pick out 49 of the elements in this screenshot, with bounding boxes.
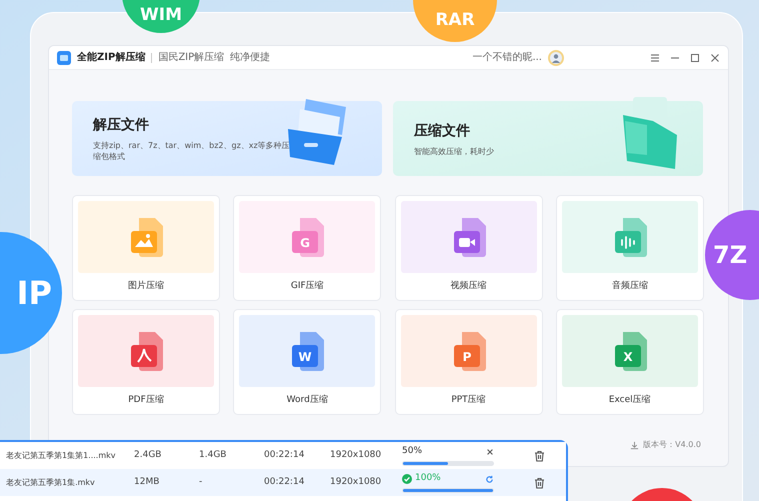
menu-icon[interactable] xyxy=(650,52,660,62)
file-row[interactable]: 老友记第五季第1集.mkv 12MB - 00:22:14 1920x1080 100% xyxy=(0,469,566,496)
progress-text: 100% xyxy=(415,472,441,486)
tool-label: Word压缩 xyxy=(286,394,328,407)
close-icon[interactable] xyxy=(710,52,720,62)
app-name: 全能ZIP解压缩 xyxy=(77,50,146,65)
maximize-icon[interactable] xyxy=(690,52,700,62)
download-icon xyxy=(630,440,640,450)
resolution: 1920x1080 xyxy=(330,448,382,462)
file-size: 12MB xyxy=(134,476,160,489)
trash-icon[interactable] xyxy=(534,476,545,488)
file-name: 老友记第五季第1集第1....mkv xyxy=(6,450,117,462)
close-icon[interactable] xyxy=(486,448,494,456)
version-text: 版本号：V4.0.0 xyxy=(643,439,701,451)
tool-label: 图片压缩 xyxy=(128,280,164,293)
tool-label: 音频压缩 xyxy=(612,280,648,293)
tool-card[interactable]: PDF压缩 xyxy=(72,309,220,415)
progress-text: 50% xyxy=(402,445,422,458)
tool-label: Excel压缩 xyxy=(608,394,651,407)
tool-label: 视频压缩 xyxy=(450,280,486,293)
file-size: 2.4GB xyxy=(134,448,162,462)
duration: 00:22:14 xyxy=(264,448,306,462)
tool-label: PPT压缩 xyxy=(451,394,486,407)
tool-card[interactable]: G GIF压缩 xyxy=(233,195,382,301)
slogan-text: 纯净便捷 xyxy=(230,50,270,65)
tool-card[interactable]: 视频压缩 xyxy=(394,195,542,301)
slogan-text: 国民ZIP解压缩 xyxy=(158,50,224,65)
feature-title: 压缩文件 xyxy=(414,122,471,140)
tool-card[interactable]: W Word压缩 xyxy=(233,309,382,415)
user-name[interactable]: 一个不错的昵... xyxy=(472,50,542,65)
tool-card[interactable]: P PPT压缩 xyxy=(394,309,542,415)
tool-card[interactable]: X Excel压缩 xyxy=(556,309,704,415)
trash-icon[interactable] xyxy=(534,450,545,462)
compressed-size: 1.4GB xyxy=(199,448,228,462)
feature-description: 支持zip、rar、7z、tar、wim、bz2、gz、xz等多种压缩包格式 xyxy=(93,140,291,162)
duration: 00:22:14 xyxy=(264,476,306,489)
feature-title: 解压文件 xyxy=(93,116,150,135)
tool-card[interactable]: 图片压缩 xyxy=(72,195,220,301)
file-name: 老友记第五季第1集.mkv xyxy=(6,476,96,488)
tool-card[interactable]: 音频压缩 xyxy=(556,195,704,301)
feature-description: 智能高效压缩，耗时少 xyxy=(414,146,495,156)
refresh-icon[interactable] xyxy=(485,474,494,484)
avatar-icon[interactable] xyxy=(548,50,564,66)
compressed-size: - xyxy=(199,476,204,489)
tool-label: PDF压缩 xyxy=(128,394,164,407)
app-logo-icon xyxy=(57,50,71,64)
tool-label: GIF压缩 xyxy=(290,280,324,293)
resolution: 1920x1080 xyxy=(330,476,382,489)
feature-card[interactable]: 解压文件 支持zip、rar、7z、tar、wim、bz2、gz、xz等多种压缩包格式 xyxy=(72,101,382,176)
